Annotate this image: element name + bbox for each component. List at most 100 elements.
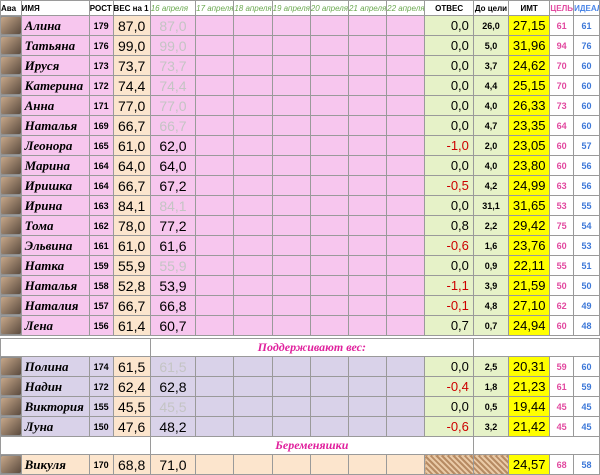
weight-empty xyxy=(271,295,311,316)
section-title-pregnant: Беременяшки xyxy=(149,436,474,455)
weight-start: 61,0 xyxy=(112,135,151,156)
weight-empty xyxy=(309,275,349,296)
header-imt: ИМТ xyxy=(508,0,551,16)
weight-current: 62,0 xyxy=(149,135,197,156)
cel-value: 70 xyxy=(549,75,575,96)
weight-empty xyxy=(386,215,426,236)
weight-current: 73,7 xyxy=(149,55,197,76)
weight-empty xyxy=(386,295,426,316)
weight-start: 47,6 xyxy=(112,416,151,437)
weight-empty xyxy=(309,175,349,196)
weight-empty xyxy=(233,376,273,397)
member-height: 164 xyxy=(88,175,114,196)
otves-value: -0,5 xyxy=(424,175,474,196)
weight-empty xyxy=(195,215,235,236)
avatar-cell xyxy=(0,275,22,296)
otves-value: -0,6 xyxy=(424,416,474,437)
table-row: Татьяна 176 99,0 99,0 0,0 5,0 31,96 94 76 xyxy=(0,35,600,56)
table-row: Надин 172 62,4 62,8 -0,4 1,8 21,23 61 59 xyxy=(0,376,600,397)
member-height: 179 xyxy=(88,15,114,36)
avatar xyxy=(1,57,21,74)
member-height: 161 xyxy=(88,235,114,256)
weight-current: 77,0 xyxy=(149,95,197,116)
weight-empty xyxy=(233,416,273,437)
do-celi-value: 1,8 xyxy=(472,376,510,397)
weight-empty xyxy=(347,376,388,397)
weight-start: 68,8 xyxy=(112,454,151,475)
imt-value: 31,96 xyxy=(508,35,551,56)
weight-empty xyxy=(271,396,311,417)
imt-value: 27,15 xyxy=(508,15,551,36)
band-spacer xyxy=(0,338,151,357)
ideal-value: 60 xyxy=(573,55,600,76)
do-celi-value: 26,0 xyxy=(472,15,510,36)
member-height: 171 xyxy=(88,95,114,116)
avatar-cell xyxy=(0,356,22,377)
imt-value: 24,57 xyxy=(508,454,551,475)
section-title-support: Поддерживают вес: xyxy=(149,338,474,357)
weight-empty xyxy=(271,275,311,296)
weight-empty xyxy=(271,315,311,336)
weight-empty xyxy=(386,315,426,336)
imt-value: 27,10 xyxy=(508,295,551,316)
weight-empty xyxy=(271,255,311,276)
imt-value: 21,23 xyxy=(508,376,551,397)
avatar xyxy=(1,197,21,214)
cel-value: 60 xyxy=(549,235,575,256)
weight-empty xyxy=(309,416,349,437)
imt-value: 25,15 xyxy=(508,75,551,96)
otves-value: -0,1 xyxy=(424,295,474,316)
weight-empty xyxy=(309,255,349,276)
weight-empty xyxy=(233,315,273,336)
header-date: 17 апреля xyxy=(195,0,235,16)
do-celi-value: 2,2 xyxy=(472,215,510,236)
weight-empty xyxy=(195,15,235,36)
weight-empty xyxy=(233,356,273,377)
weight-empty xyxy=(195,356,235,377)
cel-value: 50 xyxy=(549,275,575,296)
weight-empty xyxy=(233,396,273,417)
weight-table: Ава ИМЯ РОСТ ВЕС на 1 мар 16 апреля 17 а… xyxy=(0,0,600,475)
weight-empty xyxy=(347,454,388,475)
table-row: Наталья 169 66,7 66,7 0,0 4,7 23,35 64 60 xyxy=(0,115,600,136)
weight-empty xyxy=(386,195,426,216)
avatar-cell xyxy=(0,55,22,76)
weight-empty xyxy=(309,376,349,397)
weight-empty xyxy=(347,55,388,76)
avatar xyxy=(1,418,21,435)
otves-value: 0,0 xyxy=(424,115,474,136)
weight-empty xyxy=(233,195,273,216)
weight-empty xyxy=(195,255,235,276)
member-name: Лена xyxy=(20,315,90,336)
member-height: 170 xyxy=(88,454,114,475)
weight-empty xyxy=(195,75,235,96)
weight-current: 71,0 xyxy=(149,454,197,475)
weight-empty xyxy=(233,155,273,176)
avatar xyxy=(1,358,21,375)
avatar-cell xyxy=(0,315,22,336)
header-date: 18 апреля xyxy=(233,0,273,16)
weight-start: 66,7 xyxy=(112,295,151,316)
avatar xyxy=(1,177,21,194)
weight-start: 74,4 xyxy=(112,75,151,96)
do-celi-value: 3,2 xyxy=(472,416,510,437)
member-height: 164 xyxy=(88,155,114,176)
avatar xyxy=(1,217,21,234)
imt-value: 21,42 xyxy=(508,416,551,437)
otves-value: 0,7 xyxy=(424,315,474,336)
do-celi-value: 31,1 xyxy=(472,195,510,216)
otves-value: -0,4 xyxy=(424,376,474,397)
weight-empty xyxy=(347,135,388,156)
header-otves: ОТВЕС xyxy=(424,0,474,16)
member-height: 159 xyxy=(88,255,114,276)
imt-value: 23,05 xyxy=(508,135,551,156)
weight-empty xyxy=(347,275,388,296)
imt-value: 24,99 xyxy=(508,175,551,196)
do-celi-hatched xyxy=(472,454,510,475)
weight-empty xyxy=(233,55,273,76)
ideal-value: 59 xyxy=(573,376,600,397)
imt-value: 26,33 xyxy=(508,95,551,116)
avatar-cell xyxy=(0,135,22,156)
member-height: 172 xyxy=(88,376,114,397)
avatar-cell xyxy=(0,416,22,437)
